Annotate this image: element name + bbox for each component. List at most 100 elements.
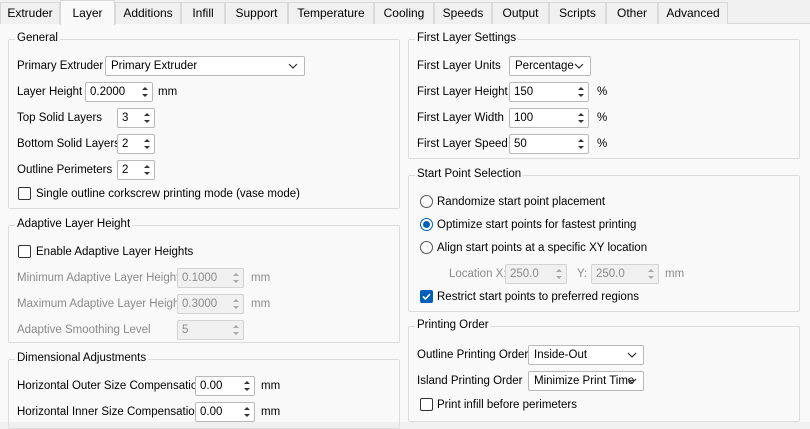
printing-order-title: Printing Order [415,319,491,331]
first-layer-units-label: First Layer Units [417,60,501,72]
tab-advanced[interactable]: Advanced [658,2,728,24]
first-layer-speed-spinbox[interactable]: 50 [509,134,589,154]
island-order-value: Minimize Print Time [534,375,635,387]
min-adaptive-label: Minimum Adaptive Layer Height [17,272,180,284]
outline-order-label: Outline Printing Order [417,349,529,361]
chevron-down-icon [627,352,637,358]
primary-extruder-select[interactable]: Primary Extruder [105,56,305,76]
general-group: General Primary Extruder Primary Extrude… [8,32,400,209]
spin-arrows-icon[interactable] [141,110,153,126]
enable-adaptive-label: Enable Adaptive Layer Heights [36,246,194,258]
min-adaptive-unit: mm [251,272,271,284]
inner-compensation-value: 0.00 [200,406,223,418]
layer-height-label: Layer Height [17,86,83,98]
spin-arrows-icon[interactable] [139,84,151,100]
first-layer-speed-label: First Layer Speed [417,138,508,150]
optimize-radio[interactable] [420,218,433,231]
bottom-solid-layers-spinbox[interactable]: 2 [117,134,155,154]
dimensional-title: Dimensional Adjustments [15,352,149,364]
tab-other[interactable]: Other [606,2,658,24]
enable-adaptive-checkbox[interactable] [18,245,31,258]
outline-order-select[interactable]: Inside-Out [528,345,644,365]
bottom-solid-layers-value: 2 [122,138,129,150]
spin-arrows-icon[interactable] [575,110,587,126]
tab-extruder[interactable]: Extruder [0,2,60,24]
location-y-spinbox[interactable]: 250.0 [591,264,659,284]
outer-compensation-unit: mm [261,380,281,392]
inner-compensation-spinbox[interactable]: 0.00 [195,402,255,422]
infill-before-perimeters-label: Print infill before perimeters [437,399,577,411]
spin-arrows-icon[interactable] [230,270,242,286]
layer-settings-panel: General Primary Extruder Primary Extrude… [0,24,810,429]
dimensional-adjustments-group: Dimensional Adjustments Horizontal Outer… [8,352,400,429]
location-y-label: Y: [577,268,588,280]
tab-infill[interactable]: Infill [181,2,225,24]
spin-arrows-icon[interactable] [645,266,657,282]
spin-arrows-icon[interactable] [575,84,587,100]
tab-additions[interactable]: Additions [115,2,181,24]
checkmark-icon [422,293,431,301]
tab-layer[interactable]: Layer [60,0,115,25]
location-unit: mm [665,268,685,280]
smoothing-level-spinbox[interactable]: 5 [177,320,244,340]
spin-arrows-icon[interactable] [575,136,587,152]
general-title: General [15,32,60,44]
spin-arrows-icon[interactable] [141,136,153,152]
tab-scripts[interactable]: Scripts [549,2,606,24]
top-solid-layers-label: Top Solid Layers [17,112,103,124]
smoothing-level-value: 5 [182,324,189,336]
randomize-radio[interactable] [420,195,433,208]
max-adaptive-spinbox[interactable]: 0.3000 [177,294,244,314]
chevron-down-icon [574,63,584,69]
location-y-value: 250.0 [596,268,625,280]
restrict-start-points-checkbox[interactable] [420,290,433,303]
island-order-select[interactable]: Minimize Print Time [528,371,644,391]
inner-compensation-label: Horizontal Inner Size Compensation [17,406,202,418]
chevron-down-icon [627,378,637,384]
spin-arrows-icon[interactable] [241,378,253,394]
spin-arrows-icon[interactable] [230,322,242,338]
first-layer-settings-group: First Layer Settings First Layer Units P… [408,32,800,159]
tab-speeds[interactable]: Speeds [434,2,492,24]
spin-arrows-icon[interactable] [230,296,242,312]
align-radio[interactable] [420,241,433,254]
first-layer-height-value: 150 [514,86,534,98]
outline-perimeters-value: 2 [122,164,129,176]
first-layer-units-select[interactable]: Percentage [509,56,591,76]
outer-compensation-spinbox[interactable]: 0.00 [195,376,255,396]
first-layer-width-spinbox[interactable]: 100 [509,108,589,128]
spin-arrows-icon[interactable] [141,162,153,178]
infill-before-perimeters-checkbox[interactable] [420,398,433,411]
optimize-label: Optimize start points for fastest printi… [437,219,637,231]
island-order-label: Island Printing Order [417,375,523,387]
first-layer-width-value: 100 [514,112,534,124]
tab-cooling[interactable]: Cooling [374,2,434,24]
printing-order-group: Printing Order Outline Printing Order In… [408,319,800,422]
location-x-value: 250.0 [510,268,539,280]
top-solid-layers-value: 3 [122,112,129,124]
tab-temperature[interactable]: Temperature [288,2,374,24]
spin-arrows-icon[interactable] [553,266,565,282]
primary-extruder-label: Primary Extruder [17,60,104,72]
vase-mode-checkbox[interactable] [18,187,31,200]
percent-unit: % [597,138,608,150]
min-adaptive-spinbox[interactable]: 0.1000 [177,268,244,288]
spin-arrows-icon[interactable] [241,404,253,420]
first-layer-title: First Layer Settings [415,32,519,44]
primary-extruder-value: Primary Extruder [111,60,198,72]
outline-perimeters-spinbox[interactable]: 2 [117,160,155,180]
layer-height-unit: mm [158,86,178,98]
first-layer-speed-value: 50 [514,138,527,150]
layer-height-value: 0.2000 [90,86,126,98]
top-solid-layers-spinbox[interactable]: 3 [117,108,155,128]
tab-support[interactable]: Support [225,2,288,24]
bottom-solid-layers-label: Bottom Solid Layers [17,138,120,150]
tab-output[interactable]: Output [492,2,549,24]
max-adaptive-unit: mm [251,298,271,310]
adaptive-layer-height-group: Adaptive Layer Height Enable Adaptive La… [8,218,400,343]
smoothing-level-label: Adaptive Smoothing Level [17,324,151,336]
location-x-spinbox[interactable]: 250.0 [505,264,567,284]
layer-height-spinbox[interactable]: 0.2000 [85,82,153,102]
location-x-label: Location X: [449,268,507,280]
first-layer-height-spinbox[interactable]: 150 [509,82,589,102]
